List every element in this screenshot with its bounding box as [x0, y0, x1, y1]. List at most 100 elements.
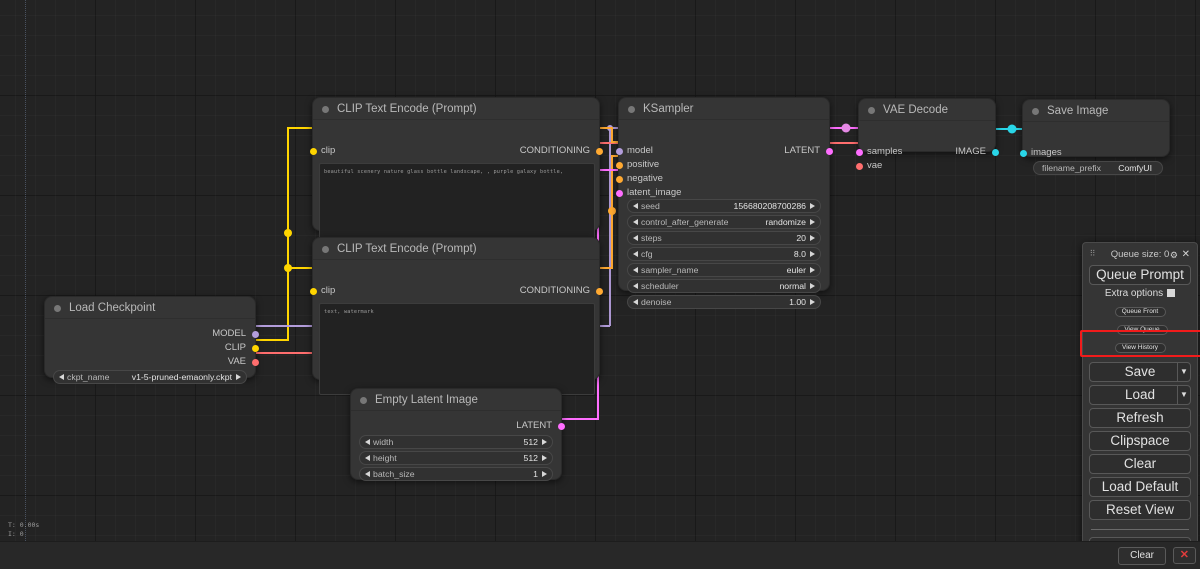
node-ksampler[interactable]: KSampler model positive negative latent_… [615, 97, 833, 309]
widget-denoise[interactable]: denoise 1.00 [627, 295, 821, 309]
prompt-textarea-negative[interactable]: text, watermark [319, 303, 595, 395]
node-collapse-icon[interactable] [322, 106, 329, 113]
drag-handle-icon[interactable]: ⠿ [1089, 250, 1097, 259]
chevron-down-icon[interactable]: ▼ [1177, 363, 1190, 381]
increment-arrow-icon[interactable] [810, 283, 815, 289]
slot-label: CLIP [224, 342, 246, 353]
increment-arrow-icon[interactable] [810, 299, 815, 305]
increment-arrow-icon[interactable] [542, 455, 547, 461]
comfy-menu-panel[interactable]: ⠿ Queue size: 0 ⚙ ✕ Queue Prompt Extra o… [1082, 242, 1198, 569]
output-slot-clip[interactable]: CLIP [45, 341, 259, 355]
increment-arrow-icon[interactable] [810, 267, 815, 273]
decrement-arrow-icon[interactable] [633, 251, 638, 257]
decrement-arrow-icon[interactable] [633, 219, 638, 225]
increment-arrow-icon[interactable] [810, 203, 815, 209]
output-slot-latent[interactable]: LATENT [619, 144, 833, 158]
increment-arrow-icon[interactable] [542, 439, 547, 445]
increment-arrow-icon[interactable] [542, 471, 547, 477]
increment-arrow-icon[interactable] [236, 374, 241, 380]
output-slot-image[interactable]: IMAGE [859, 145, 999, 159]
menu-header: ⠿ Queue size: 0 ⚙ ✕ [1089, 247, 1191, 262]
increment-arrow-icon[interactable] [810, 219, 815, 225]
decrement-arrow-icon[interactable] [633, 203, 638, 209]
decrement-arrow-icon[interactable] [59, 374, 64, 380]
queue-actions-row: Queue Front View Queue [1089, 300, 1191, 336]
node-title-text: Save Image [1047, 105, 1109, 117]
widget-label: filename_prefix [1042, 163, 1101, 173]
widget-width[interactable]: width 512 [359, 435, 553, 449]
gear-icon[interactable]: ⚙ [1170, 248, 1178, 263]
widget-cfg[interactable]: cfg 8.0 [627, 247, 821, 261]
queue-size-label: Queue size: 0 [1110, 249, 1170, 260]
slot-dot-icon [615, 175, 623, 183]
widget-batch-size[interactable]: batch_size 1 [359, 467, 553, 481]
decrement-arrow-icon[interactable] [365, 471, 370, 477]
extra-options-row[interactable]: Extra options [1089, 288, 1191, 300]
widget-steps[interactable]: steps 20 [627, 231, 821, 245]
input-slot-vae[interactable]: vae [855, 159, 995, 173]
queue-prompt-button[interactable]: Queue Prompt [1089, 265, 1191, 285]
slot-label: LATENT [784, 145, 820, 156]
decrement-arrow-icon[interactable] [633, 267, 638, 273]
decrement-arrow-icon[interactable] [365, 439, 370, 445]
node-graph-canvas[interactable]: Load Checkpoint MODEL CLIP VAE ckpt_name… [0, 0, 1200, 541]
node-empty-latent-image[interactable]: Empty Latent Image LATENT width 512 heig… [350, 388, 565, 481]
view-history-button[interactable]: View History [1114, 343, 1166, 353]
node-save-image[interactable]: Save Image images filename_prefix ComfyU… [1019, 99, 1170, 175]
decrement-arrow-icon[interactable] [365, 455, 370, 461]
widget-height[interactable]: height 512 [359, 451, 553, 465]
output-slot-latent[interactable]: LATENT [351, 419, 565, 433]
node-title-text: Empty Latent Image [375, 394, 478, 406]
slot-label: vae [867, 160, 883, 171]
input-slot-images[interactable]: images [1019, 146, 1169, 160]
comfyui-window: Load Checkpoint MODEL CLIP VAE ckpt_name… [0, 0, 1200, 569]
clear-button[interactable]: Clear [1089, 454, 1191, 474]
node-vae-decode[interactable]: VAE Decode samples vae IMAGE [855, 98, 999, 171]
decrement-arrow-icon[interactable] [633, 283, 638, 289]
node-collapse-icon[interactable] [628, 106, 635, 113]
refresh-button[interactable]: Refresh [1089, 408, 1191, 428]
load-button[interactable]: Load ▼ [1089, 385, 1191, 405]
view-queue-button[interactable]: View Queue [1116, 325, 1168, 335]
output-slot-vae[interactable]: VAE [45, 355, 259, 369]
output-slot-model[interactable]: MODEL [45, 327, 259, 341]
node-title-text: CLIP Text Encode (Prompt) [337, 243, 477, 255]
widget-ckpt-name[interactable]: ckpt_name v1-5-pruned-emaonly.ckpt [53, 370, 247, 384]
input-slot-positive[interactable]: positive [615, 158, 829, 172]
chevron-down-icon[interactable]: ▼ [1177, 386, 1190, 404]
node-collapse-icon[interactable] [54, 305, 61, 312]
decrement-arrow-icon[interactable] [633, 235, 638, 241]
widget-value: 512 [523, 453, 539, 463]
queue-front-button[interactable]: Queue Front [1114, 307, 1166, 317]
increment-arrow-icon[interactable] [810, 251, 815, 257]
save-button[interactable]: Save ▼ [1089, 362, 1191, 382]
increment-arrow-icon[interactable] [810, 235, 815, 241]
widget-control-after-generate[interactable]: control_after_generate randomize [627, 215, 821, 229]
output-slot-conditioning[interactable]: CONDITIONING [313, 284, 603, 298]
clipspace-button[interactable]: Clipspace [1089, 431, 1191, 451]
extra-options-checkbox[interactable] [1167, 289, 1176, 297]
widget-value: normal [779, 281, 806, 291]
node-collapse-icon[interactable] [1032, 108, 1039, 115]
node-collapse-icon[interactable] [360, 397, 367, 404]
node-collapse-icon[interactable] [322, 246, 329, 253]
input-slot-latent-image[interactable]: latent_image [615, 186, 829, 200]
feed-clear-button[interactable]: Clear [1118, 547, 1166, 565]
widget-seed[interactable]: seed 156680208700286 [627, 199, 821, 213]
close-icon[interactable]: ✕ [1182, 247, 1190, 262]
node-clip-text-encode-positive[interactable]: CLIP Text Encode (Prompt) clip CONDITION… [309, 97, 603, 245]
prompt-textarea-positive[interactable]: beautiful scenery nature glass bottle la… [319, 163, 595, 245]
input-slot-negative[interactable]: negative [615, 172, 829, 186]
widget-filename-prefix[interactable]: filename_prefix ComfyUI [1033, 161, 1163, 175]
load-default-button[interactable]: Load Default [1089, 477, 1191, 497]
output-slot-conditioning[interactable]: CONDITIONING [313, 144, 603, 158]
node-collapse-icon[interactable] [868, 107, 875, 114]
feed-close-button[interactable]: ✕ [1172, 547, 1196, 564]
widget-label: control_after_generate [641, 217, 729, 227]
node-load-checkpoint[interactable]: Load Checkpoint MODEL CLIP VAE ckpt_name… [44, 296, 259, 384]
widget-scheduler[interactable]: scheduler normal [627, 279, 821, 293]
node-clip-text-encode-negative[interactable]: CLIP Text Encode (Prompt) clip CONDITION… [309, 237, 603, 395]
reset-view-button[interactable]: Reset View [1089, 500, 1191, 520]
decrement-arrow-icon[interactable] [633, 299, 638, 305]
widget-sampler-name[interactable]: sampler_name euler [627, 263, 821, 277]
